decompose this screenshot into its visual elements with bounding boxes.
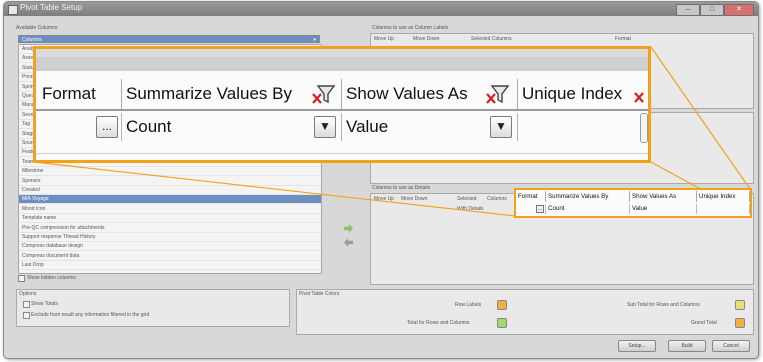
format-cell: ... [38, 113, 122, 141]
show-totals-label: Show Totals [31, 301, 58, 307]
list-item[interactable]: Compress database design [19, 242, 321, 252]
details-label: Columns to use as Details [372, 185, 431, 191]
columns-dropdown[interactable]: Columns ▾ [18, 35, 320, 43]
grid-right-edge [640, 113, 648, 143]
remove-arrow-icon[interactable] [344, 238, 353, 247]
column-labels-label: Columns to use as Column Labels [372, 25, 449, 31]
labels-header-move-up: Move Up [374, 36, 395, 42]
options-label: Options [19, 291, 37, 297]
show-values-as-cell[interactable]: Value ▼ [342, 113, 518, 141]
summarize-filter-remove-icon[interactable] [312, 85, 336, 105]
show-hidden-label: Show hidden columns [27, 275, 76, 281]
window-title: Pivot Table Setup [20, 3, 83, 12]
grid-header-summarize-text: Summarize Values By [126, 84, 292, 103]
cancel-button[interactable]: Cancel [712, 340, 750, 352]
zoom-header-band [36, 57, 648, 71]
mini-values-grid: Format Summarize Values By Show Values A… [514, 188, 752, 218]
mini-header-unique-index[interactable]: Unique Index [697, 191, 750, 202]
list-item[interactable]: Sponsor [19, 177, 321, 186]
list-item[interactable]: Compress document data [19, 252, 321, 261]
dropdown-arrow-icon: ▾ [313, 37, 316, 43]
totals-color-swatch[interactable] [497, 318, 507, 328]
show-as-filter-remove-icon[interactable] [486, 85, 510, 105]
grid-header-summarize-values-by[interactable]: Summarize Values By [122, 79, 342, 109]
details-header-move-down: Move Down [401, 196, 428, 202]
unique-index-remove-icon[interactable] [634, 89, 646, 103]
grid-header-format[interactable]: Format [38, 79, 122, 109]
show-hidden-checkbox[interactable] [18, 275, 25, 282]
build-button[interactable]: Build [668, 340, 706, 352]
details-header-move-up: Move Up [374, 196, 395, 202]
subtotal-color-swatch[interactable] [735, 300, 745, 310]
summarize-values-by-cell[interactable]: Count ▼ [122, 113, 342, 141]
zoom-bottom-line [36, 153, 648, 154]
chevron-down-icon: ▼ [495, 119, 507, 133]
exclude-filtered-label: Exclude from result any information filt… [31, 312, 150, 318]
add-arrow-icon[interactable] [344, 224, 353, 233]
totals-color-label: Total for Rows and Columns [407, 320, 470, 326]
mini-header-format[interactable]: Format [516, 191, 546, 202]
options-panel: Options Show Totals Exclude from result … [16, 289, 290, 327]
zoom-top-strip [36, 49, 648, 57]
summarize-values-by-value: Count [126, 117, 172, 136]
close-button[interactable]: ✕ [724, 4, 754, 16]
labels-header-move-down: Move Down [413, 36, 440, 42]
list-item[interactable]: Mood Icon [19, 205, 321, 214]
mini-header-show-as[interactable]: Show Values As [630, 191, 697, 202]
screen: Pivot Table Setup – □ ✕ Available Column… [0, 0, 763, 362]
available-columns-label: Available Columns [16, 25, 58, 31]
grid-header-unique-index[interactable]: Unique Index [518, 79, 648, 109]
grid-header-unique-index-text: Unique Index [522, 84, 623, 103]
unique-index-cell[interactable] [518, 113, 648, 141]
setup-button[interactable]: Setup... [618, 340, 656, 352]
colors-panel: Pivot Table Colors Row Labels Total for … [296, 289, 754, 335]
colors-label: Pivot Table Colors [299, 291, 340, 297]
grand-total-color-label: Grand Total [691, 320, 717, 326]
summarize-dropdown-button[interactable]: ▼ [314, 116, 336, 138]
list-item[interactable]: MIA Voyage [19, 195, 321, 205]
labels-header-format: Format [615, 36, 631, 42]
grid-header-format-text: Format [42, 84, 96, 103]
labels-header-selected: Selected Columns [471, 36, 512, 42]
list-item[interactable]: Milestone [19, 167, 321, 177]
list-item[interactable]: Pre-QC compression for attachments [19, 224, 321, 233]
subtotal-color-label: Sub Total for Rows and Columns [627, 302, 700, 308]
show-totals-checkbox[interactable] [23, 301, 30, 308]
format-ellipsis-button[interactable]: ... [96, 116, 118, 138]
show-as-dropdown-button[interactable]: ▼ [490, 116, 512, 138]
details-row-text: With Details [457, 206, 484, 212]
mini-show-as-cell[interactable]: Value [630, 204, 697, 214]
show-values-as-value: Value [346, 117, 389, 136]
exclude-filtered-checkbox[interactable] [23, 312, 30, 319]
columns-dropdown-value: Columns [22, 37, 42, 43]
zoom-callout: Format Summarize Values By Show Values A… [33, 46, 651, 163]
mini-summarize-value: Count [548, 205, 565, 212]
list-item[interactable]: Created [19, 186, 321, 195]
grid-header-divider [36, 109, 648, 111]
grand-total-color-swatch[interactable] [735, 318, 745, 328]
mini-show-as-value: Value [632, 205, 648, 212]
maximize-button[interactable]: □ [700, 4, 724, 16]
mini-format-button[interactable]: ... [536, 205, 544, 213]
mini-header-summarize[interactable]: Summarize Values By [546, 191, 630, 202]
mini-summarize-cell[interactable]: Count [546, 204, 630, 214]
grid-header-show-as-text: Show Values As [346, 84, 468, 103]
mini-format-cell: ... [516, 204, 546, 214]
app-icon [8, 5, 18, 15]
details-header-selected: Selected [457, 196, 477, 202]
row-labels-color-label: Row Labels [455, 302, 482, 308]
details-header-columns: Columns [487, 196, 507, 202]
list-item[interactable]: Template name [19, 214, 321, 224]
row-labels-color-swatch[interactable] [497, 300, 507, 310]
mini-unique-index-cell[interactable] [697, 204, 750, 214]
minimize-button[interactable]: – [676, 4, 700, 16]
title-bar[interactable]: Pivot Table Setup – □ ✕ [4, 2, 758, 16]
chevron-down-icon: ▼ [319, 119, 331, 133]
list-item[interactable]: Support response Thread History [19, 233, 321, 242]
list-item[interactable]: Last Drop [19, 261, 321, 271]
